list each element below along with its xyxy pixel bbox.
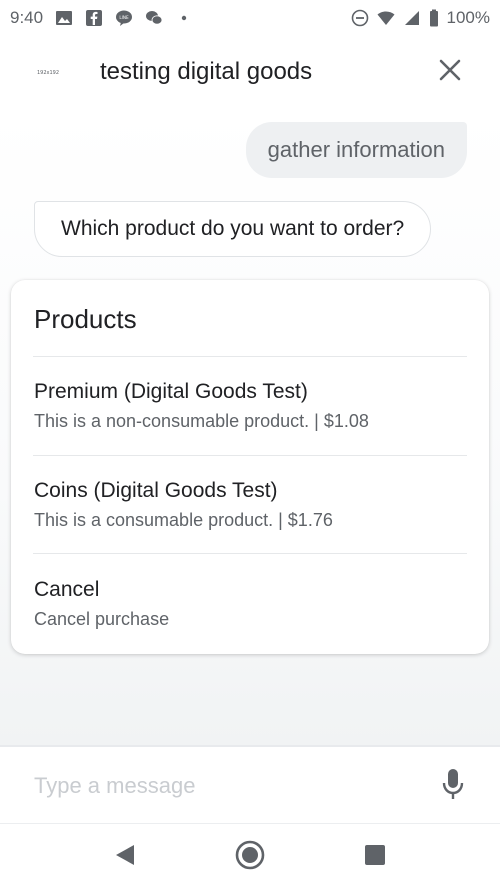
- product-item-description: This is a non-consumable product. | $1.0…: [34, 411, 369, 431]
- close-icon: [439, 59, 461, 86]
- navigation-bar: [0, 823, 500, 889]
- cancel-item-description: Cancel purchase: [34, 609, 170, 629]
- back-icon: [114, 843, 136, 872]
- products-card-title: Products: [34, 304, 137, 334]
- product-item-coins[interactable]: Coins (Digital Goods Test) This is a con…: [11, 479, 489, 577]
- product-item-title: Premium (Digital Goods Test): [34, 380, 308, 403]
- line-icon: LINE: [115, 9, 133, 27]
- facebook-icon: [85, 9, 103, 27]
- divider: [33, 356, 467, 357]
- product-item-premium[interactable]: Premium (Digital Goods Test) This is a n…: [11, 380, 489, 478]
- cancel-item-title: Cancel: [34, 578, 100, 601]
- message-input[interactable]: [34, 769, 414, 803]
- message-input-bar: [0, 745, 500, 823]
- user-message-text: gather information: [267, 137, 445, 162]
- bot-message-bubble: Which product do you want to order?: [34, 201, 432, 257]
- cancel-item[interactable]: Cancel Cancel purchase: [11, 578, 489, 676]
- divider: [33, 553, 467, 554]
- status-left: 9:40 LINE: [10, 8, 193, 28]
- wechat-icon: [145, 9, 163, 27]
- do-not-disturb-icon: [351, 9, 369, 27]
- status-time: 9:40: [10, 8, 44, 27]
- home-icon: [235, 840, 265, 875]
- battery-percent: 100%: [446, 8, 490, 27]
- notification-dot-icon: [175, 9, 193, 27]
- back-button[interactable]: [110, 842, 140, 872]
- microphone-icon: [442, 768, 464, 805]
- user-message-bubble: gather information: [245, 122, 467, 178]
- signal-icon: [403, 9, 421, 27]
- divider: [33, 455, 467, 456]
- recents-icon: [364, 844, 386, 871]
- bot-message-text: Which product do you want to order?: [61, 217, 405, 240]
- gallery-icon: [55, 9, 73, 27]
- wifi-icon: [377, 9, 395, 27]
- svg-text:LINE: LINE: [119, 15, 129, 20]
- status-bar: 9:40 LINE 100%: [0, 0, 500, 36]
- battery-icon: [429, 9, 439, 27]
- recents-button[interactable]: [360, 842, 390, 872]
- app-logo: 192x192: [36, 70, 60, 76]
- status-right: 100%: [351, 8, 490, 28]
- products-card: Products Premium (Digital Goods Test) Th…: [11, 280, 489, 654]
- microphone-button[interactable]: [440, 768, 466, 805]
- home-button[interactable]: [235, 840, 265, 875]
- product-item-title: Coins (Digital Goods Test): [34, 479, 278, 502]
- product-item-description: This is a consumable product. | $1.76: [34, 510, 333, 530]
- chat-area[interactable]: gather information Which product do you …: [0, 110, 500, 745]
- close-button[interactable]: [436, 58, 464, 86]
- app-bar: 192x192 testing digital goods: [0, 36, 500, 110]
- app-title: testing digital goods: [100, 58, 313, 85]
